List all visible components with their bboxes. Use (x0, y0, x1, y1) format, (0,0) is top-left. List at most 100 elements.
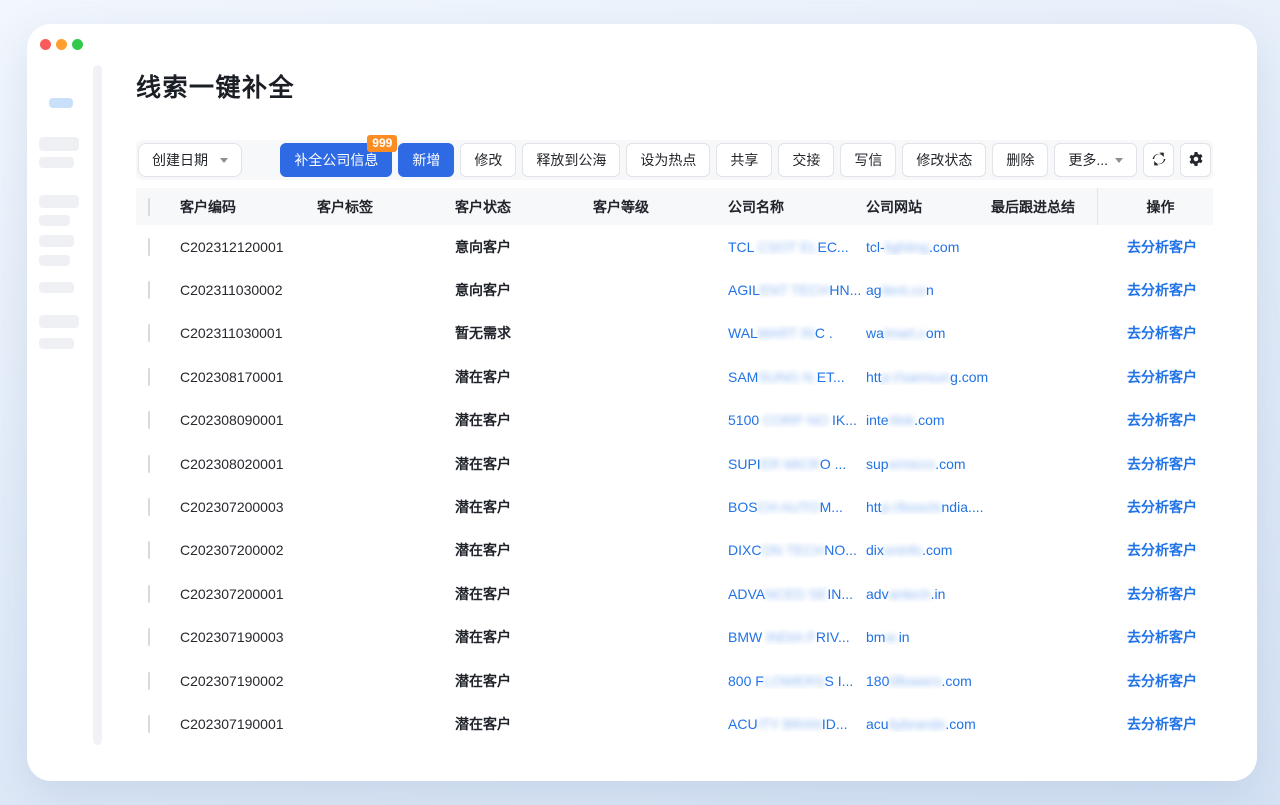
cell-customer-status: 潜在客户 (455, 627, 593, 647)
cell-customer-code: C202307190001 (180, 716, 317, 732)
sidebar-divider (93, 65, 102, 745)
company-website-link[interactable]: interlink.com (866, 412, 991, 428)
row-checkbox[interactable] (148, 368, 150, 386)
analyze-customer-link[interactable]: 去分析客户 (1127, 280, 1197, 300)
company-website-link[interactable]: supermicro.com (866, 456, 991, 472)
table-row: C202307200001 潜在客户 ADVANCED SEIN... adva… (136, 572, 1213, 615)
analyze-customer-link[interactable]: 去分析客户 (1127, 497, 1197, 517)
cell-customer-status: 潜在客户 (455, 540, 593, 560)
sidebar-item-active[interactable] (49, 98, 73, 108)
cell-customer-code: C202307190002 (180, 673, 317, 689)
table-header: 客户编码 客户标签 客户状态 客户等级 公司名称 公司网站 最后跟进总结 操作 (136, 188, 1213, 225)
cell-customer-code: C202308170001 (180, 369, 317, 385)
row-checkbox[interactable] (148, 585, 150, 603)
company-name-link[interactable]: SAMSUNG N.ET... (728, 369, 866, 385)
complete-company-info-button[interactable]: 补全公司信息 999 (280, 143, 392, 177)
delete-button[interactable]: 删除 (992, 143, 1048, 177)
select-all-checkbox[interactable] (148, 198, 150, 216)
share-button[interactable]: 共享 (716, 143, 772, 177)
date-filter-dropdown[interactable]: 创建日期 (138, 143, 242, 177)
modify-button[interactable]: 修改 (460, 143, 516, 177)
sidebar-skeleton-item (39, 338, 74, 349)
sidebar-skeleton-item (39, 157, 74, 168)
column-header-last-followup: 最后跟进总结 (991, 197, 1097, 217)
company-name-link[interactable]: SUPIER MICRO ... (728, 456, 866, 472)
row-checkbox[interactable] (148, 672, 150, 690)
handover-button[interactable]: 交接 (778, 143, 834, 177)
write-email-button[interactable]: 写信 (840, 143, 896, 177)
row-checkbox[interactable] (148, 628, 150, 646)
analyze-customer-link[interactable]: 去分析客户 (1127, 714, 1197, 734)
row-checkbox[interactable] (148, 455, 150, 473)
analyze-customer-link[interactable]: 去分析客户 (1127, 540, 1197, 560)
row-checkbox[interactable] (148, 281, 150, 299)
company-name-link[interactable]: BOSCH AUTOM... (728, 499, 866, 515)
company-website-link[interactable]: tcl-lighting.com (866, 239, 991, 255)
analyze-customer-link[interactable]: 去分析客户 (1127, 323, 1197, 343)
company-website-link[interactable]: bmw.in (866, 629, 991, 645)
cell-customer-status: 潜在客户 (455, 367, 593, 387)
analyze-customer-link[interactable]: 去分析客户 (1127, 454, 1197, 474)
company-website-link[interactable]: acuitybrands.com (866, 716, 991, 732)
company-name-link[interactable]: WALMART INC . (728, 325, 866, 341)
table-row: C202311030002 意向客户 AGILENT TECHHN... agi… (136, 268, 1213, 311)
company-name-link[interactable]: 800 FLOWERSS I... (728, 673, 866, 689)
cell-customer-code: C202308090001 (180, 412, 317, 428)
release-to-public-pool-button[interactable]: 释放到公海 (522, 143, 620, 177)
toolbar: 创建日期 补全公司信息 999 新增 修改释放到公海设为热点共享交接写信修改状态… (136, 140, 1213, 180)
company-website-link[interactable]: http://boschindia.... (866, 499, 991, 515)
refresh-button[interactable] (1143, 143, 1174, 177)
window-zoom-button[interactable] (72, 39, 83, 50)
analyze-customer-link[interactable]: 去分析客户 (1127, 410, 1197, 430)
company-website-link[interactable]: dixoninfo.com (866, 542, 991, 558)
page-title: 线索一键补全 (136, 72, 1213, 104)
table-row: C202307190003 潜在客户 BMW INDIA PRIV... bmw… (136, 616, 1213, 659)
company-website-link[interactable]: walmart.com (866, 325, 991, 341)
row-checkbox[interactable] (148, 238, 150, 256)
cell-customer-status: 潜在客户 (455, 410, 593, 430)
main-content: 线索一键补全 创建日期 补全公司信息 999 新增 修改释放到公海设为热点共享交… (136, 72, 1213, 746)
window-close-button[interactable] (40, 39, 51, 50)
settings-button[interactable] (1180, 143, 1211, 177)
company-name-link[interactable]: BMW INDIA PRIV... (728, 629, 866, 645)
table-row: C202307190002 潜在客户 800 FLOWERSS I... 180… (136, 659, 1213, 702)
gear-icon (1188, 151, 1204, 170)
company-website-link[interactable]: advantech.in (866, 586, 991, 602)
count-badge: 999 (367, 135, 397, 152)
cell-customer-code: C202311030001 (180, 325, 317, 341)
company-name-link[interactable]: ACUITY BRANID... (728, 716, 866, 732)
sidebar-skeleton-item (39, 215, 70, 226)
cell-customer-code: C202307200002 (180, 542, 317, 558)
company-name-link[interactable]: DIXCON TECHNO... (728, 542, 866, 558)
company-website-link[interactable]: http://samsung.com (866, 369, 991, 385)
company-website-link[interactable]: agilent.con (866, 282, 991, 298)
change-status-button[interactable]: 修改状态 (902, 143, 986, 177)
table-body: C202312120001 意向客户 TCL CSOT ELEC... tcl-… (136, 225, 1213, 746)
column-header-customer-tag: 客户标签 (317, 197, 455, 217)
company-name-link[interactable]: ADVANCED SEIN... (728, 586, 866, 602)
set-as-hot-button[interactable]: 设为热点 (626, 143, 710, 177)
analyze-customer-link[interactable]: 去分析客户 (1127, 627, 1197, 647)
cell-customer-code: C202308020001 (180, 456, 317, 472)
row-checkbox[interactable] (148, 411, 150, 429)
cell-customer-status: 潜在客户 (455, 714, 593, 734)
analyze-customer-link[interactable]: 去分析客户 (1127, 237, 1197, 257)
company-name-link[interactable]: AGILENT TECHHN... (728, 282, 866, 298)
window-minimize-button[interactable] (56, 39, 67, 50)
row-checkbox[interactable] (148, 541, 150, 559)
company-website-link[interactable]: 1800flowers.com (866, 673, 991, 689)
company-name-link[interactable]: TCL CSOT ELEC... (728, 239, 866, 255)
analyze-customer-link[interactable]: 去分析客户 (1127, 584, 1197, 604)
cell-customer-code: C202311030002 (180, 282, 317, 298)
row-checkbox[interactable] (148, 715, 150, 733)
cell-customer-status: 潜在客户 (455, 584, 593, 604)
row-checkbox[interactable] (148, 498, 150, 516)
add-button[interactable]: 新增 (398, 143, 454, 177)
analyze-customer-link[interactable]: 去分析客户 (1127, 671, 1197, 691)
desktop-background: 线索一键补全 创建日期 补全公司信息 999 新增 修改释放到公海设为热点共享交… (0, 0, 1280, 805)
analyze-customer-link[interactable]: 去分析客户 (1127, 367, 1197, 387)
more-button[interactable]: 更多... (1054, 143, 1137, 177)
chevron-down-icon (220, 158, 228, 163)
row-checkbox[interactable] (148, 324, 150, 342)
company-name-link[interactable]: 5100 CORP NO IK... (728, 412, 866, 428)
